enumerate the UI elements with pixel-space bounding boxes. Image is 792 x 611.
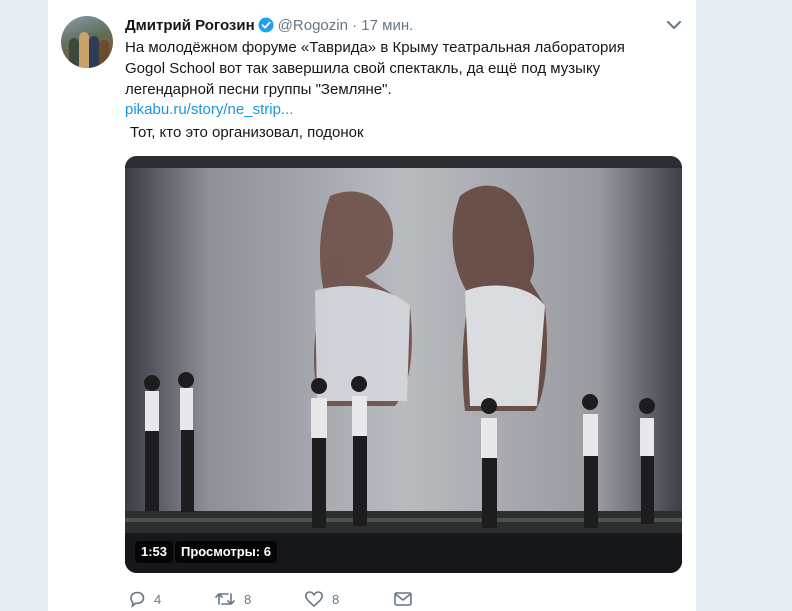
tweet-link[interactable]: pikabu.ru/story/ne_strip...	[125, 101, 293, 118]
direct-message-icon	[394, 592, 412, 606]
tweet-text: На молодёжном форуме «Таврида» в Крыму т…	[125, 39, 625, 98]
like-icon	[304, 591, 324, 608]
author-name[interactable]: Дмитрий Рогозин	[125, 17, 255, 34]
avatar[interactable]	[61, 16, 113, 68]
separator-dot: ·	[352, 17, 358, 34]
verified-badge-icon	[258, 17, 274, 33]
reply-count: 4	[154, 591, 162, 607]
tweet-timestamp[interactable]: 17 мин.	[361, 17, 413, 34]
video-player[interactable]: 1:53 Просмотры: 6	[125, 156, 682, 573]
like-count: 8	[332, 591, 340, 607]
reply-button[interactable]: 4	[128, 590, 161, 608]
tweet-header: Дмитрий Рогозин @Rogozin · 17 мин.	[125, 16, 413, 36]
author-handle[interactable]: @Rogozin	[278, 17, 348, 34]
chevron-down-icon[interactable]	[666, 18, 682, 32]
video-frame	[125, 156, 682, 573]
reply-icon	[130, 591, 145, 608]
direct-message-button[interactable]	[393, 590, 413, 608]
tweet-quote-text: Тот, кто это организовал, подонок	[130, 124, 364, 141]
retweet-icon	[215, 593, 235, 605]
like-button[interactable]: 8	[304, 590, 339, 608]
retweet-count: 8	[244, 591, 252, 607]
retweet-button[interactable]: 8	[214, 590, 251, 608]
video-duration: 1:53	[135, 541, 174, 563]
video-views: Просмотры: 6	[175, 541, 277, 563]
